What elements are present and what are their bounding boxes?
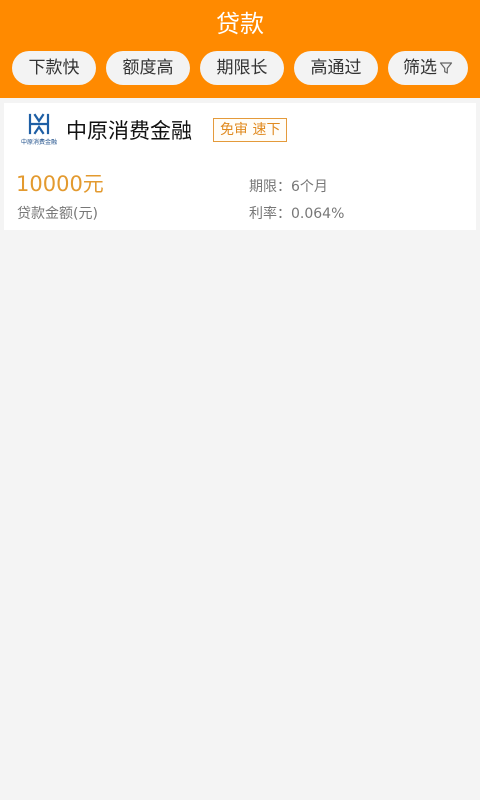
filter-label: 筛选 [403, 58, 437, 77]
filter-high-limit-button[interactable]: 额度高 [106, 51, 190, 85]
filter-label: 期限长 [216, 58, 268, 77]
loan-amount-label: 贷款金额(元) [17, 206, 98, 222]
filter-bar: 下款快 额度高 期限长 高通过 筛选 [12, 51, 468, 85]
lender-logo: 中原消费金融 [18, 113, 60, 149]
feature-tag: 免审 速下 [213, 118, 288, 142]
filter-screen-button[interactable]: 筛选 [388, 51, 468, 85]
lender-logo-text: 中原消费金融 [20, 139, 57, 146]
filter-label: 高通过 [310, 58, 362, 77]
filter-fast-disbursement-button[interactable]: 下款快 [12, 51, 96, 85]
filter-long-term-button[interactable]: 期限长 [200, 51, 284, 85]
lender-name: 中原消费金融 [66, 119, 192, 143]
interest-rate: 利率：0.064% [249, 206, 345, 222]
loan-term: 期限：6个月 [249, 179, 328, 195]
page-title: 贷款 [216, 10, 264, 38]
filter-label: 额度高 [122, 58, 174, 77]
filter-label: 下款快 [28, 58, 80, 77]
filter-high-approval-button[interactable]: 高通过 [294, 51, 378, 85]
loan-product-card[interactable]: 中原消费金融 中原消费金融 免审 速下 10000元 贷款金额(元) 期限：6个… [4, 103, 476, 230]
filter-icon [439, 62, 453, 74]
loan-amount: 10000元 [16, 172, 104, 196]
lender-logo-icon [28, 113, 50, 135]
app-header: 贷款 下款快 额度高 期限长 高通过 筛选 [0, 0, 480, 98]
